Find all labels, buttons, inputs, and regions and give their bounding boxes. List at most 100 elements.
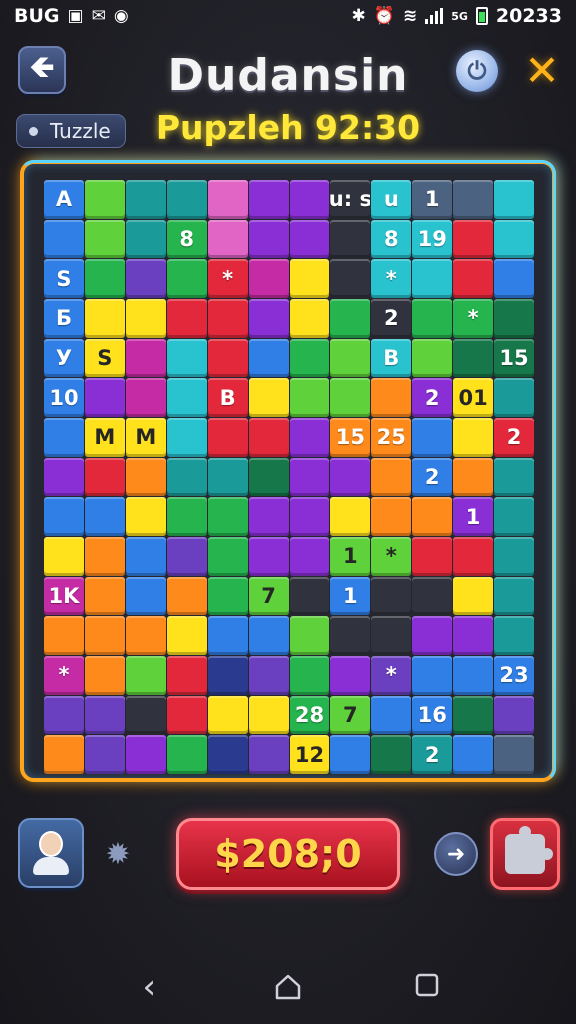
puzzle-tile[interactable]: [125, 219, 166, 259]
puzzle-tile[interactable]: [412, 537, 453, 576]
puzzle-tile[interactable]: 1: [330, 537, 371, 576]
puzzle-tile[interactable]: [494, 537, 534, 576]
puzzle-tile[interactable]: *: [371, 259, 412, 298]
puzzle-tile[interactable]: [371, 497, 412, 536]
puzzle-tile[interactable]: [248, 259, 289, 298]
avatar-button[interactable]: [18, 818, 84, 888]
puzzle-tile[interactable]: [494, 616, 534, 655]
puzzle-tile[interactable]: u: [371, 180, 412, 219]
puzzle-tile[interactable]: [44, 695, 84, 735]
puzzle-tile[interactable]: [84, 219, 125, 259]
puzzle-tile[interactable]: [248, 378, 289, 417]
puzzle-tile[interactable]: [289, 497, 330, 536]
puzzle-tile[interactable]: B: [207, 378, 248, 417]
puzzle-tile[interactable]: [330, 299, 371, 338]
puzzle-tile[interactable]: 16: [412, 695, 453, 735]
puzzle-tile[interactable]: [207, 616, 248, 655]
puzzle-tile[interactable]: [125, 180, 166, 219]
puzzle-tile[interactable]: [453, 695, 494, 735]
puzzle-tile[interactable]: [248, 735, 289, 774]
puzzle-tile[interactable]: [494, 497, 534, 536]
nav-back-button[interactable]: ‹: [134, 967, 164, 1007]
puzzle-tile[interactable]: 15: [494, 338, 534, 378]
puzzle-tile[interactable]: [207, 576, 248, 616]
nav-recent-button[interactable]: [412, 970, 442, 1004]
puzzle-tile[interactable]: [248, 695, 289, 735]
puzzle-tile[interactable]: [207, 180, 248, 219]
puzzle-tile[interactable]: [84, 576, 125, 616]
puzzle-tile[interactable]: [248, 656, 289, 695]
puzzle-tile[interactable]: [125, 378, 166, 417]
puzzle-tile[interactable]: [248, 180, 289, 219]
puzzle-tile[interactable]: [412, 338, 453, 378]
puzzle-tile[interactable]: [207, 656, 248, 695]
puzzle-tile[interactable]: [84, 457, 125, 497]
puzzle-tile[interactable]: [494, 457, 534, 497]
puzzle-tile[interactable]: [248, 457, 289, 497]
puzzle-tile[interactable]: [412, 299, 453, 338]
puzzle-tile[interactable]: [412, 576, 453, 616]
puzzle-tile[interactable]: [248, 497, 289, 536]
puzzle-tile[interactable]: 2: [494, 418, 534, 457]
puzzle-tile[interactable]: [207, 497, 248, 536]
puzzle-tile[interactable]: [494, 259, 534, 298]
puzzle-tile[interactable]: [207, 695, 248, 735]
puzzle-tile[interactable]: [289, 299, 330, 338]
puzzle-tile[interactable]: M: [84, 418, 125, 457]
puzzle-tile[interactable]: *: [207, 259, 248, 298]
puzzle-board[interactable]: Au: s u 1 8 8 19 S * * Б 2 * У S B 15 10 B 2 01 M M 15 25 2 2 1 1 * 1…: [44, 180, 534, 774]
puzzle-tile[interactable]: [330, 457, 371, 497]
puzzle-tile[interactable]: [453, 616, 494, 655]
puzzle-tile[interactable]: [330, 219, 371, 259]
puzzle-tile[interactable]: *: [371, 537, 412, 576]
puzzle-tile[interactable]: *: [453, 299, 494, 338]
puzzle-tile[interactable]: [44, 537, 84, 576]
puzzle-tile[interactable]: Б: [44, 299, 84, 338]
puzzle-tile[interactable]: [453, 457, 494, 497]
puzzle-tile[interactable]: [494, 695, 534, 735]
puzzle-tile[interactable]: [412, 497, 453, 536]
puzzle-tile[interactable]: [412, 418, 453, 457]
puzzle-tile[interactable]: [289, 457, 330, 497]
puzzle-tile[interactable]: [494, 378, 534, 417]
puzzle-tile[interactable]: [289, 180, 330, 219]
puzzle-tile[interactable]: [453, 418, 494, 457]
puzzle-tile[interactable]: [84, 378, 125, 417]
puzzle-tile[interactable]: [166, 576, 207, 616]
puzzle-tile[interactable]: [84, 735, 125, 774]
puzzle-tile[interactable]: [412, 259, 453, 298]
puzzle-tile[interactable]: 19: [412, 219, 453, 259]
puzzle-tile[interactable]: [248, 338, 289, 378]
puzzle-tile[interactable]: 8: [166, 219, 207, 259]
puzzle-tile[interactable]: [166, 378, 207, 417]
puzzle-tile[interactable]: [289, 378, 330, 417]
puzzle-tile[interactable]: [207, 418, 248, 457]
puzzle-tile[interactable]: [289, 537, 330, 576]
puzzle-tile[interactable]: [289, 219, 330, 259]
puzzle-tile[interactable]: [166, 616, 207, 655]
puzzle-tile[interactable]: [207, 299, 248, 338]
puzzle-tile[interactable]: [330, 497, 371, 536]
puzzle-tile[interactable]: [166, 180, 207, 219]
puzzle-tile[interactable]: [494, 219, 534, 259]
puzzle-tile[interactable]: [330, 735, 371, 774]
puzzle-tile[interactable]: [453, 735, 494, 774]
puzzle-tile[interactable]: [371, 695, 412, 735]
puzzle-tile[interactable]: [248, 219, 289, 259]
puzzle-tile[interactable]: [207, 338, 248, 378]
puzzle-tile[interactable]: 01: [453, 378, 494, 417]
puzzle-tile[interactable]: S: [84, 338, 125, 378]
puzzle-piece-button[interactable]: [490, 818, 560, 890]
puzzle-tile[interactable]: [166, 497, 207, 536]
puzzle-tile[interactable]: [494, 576, 534, 616]
puzzle-tile[interactable]: [44, 418, 84, 457]
puzzle-tile[interactable]: [494, 180, 534, 219]
puzzle-tile[interactable]: [494, 299, 534, 338]
puzzle-tile[interactable]: [84, 695, 125, 735]
puzzle-tile[interactable]: 28: [289, 695, 330, 735]
back-button[interactable]: 🡸: [18, 46, 66, 94]
puzzle-tile[interactable]: [248, 537, 289, 576]
next-button[interactable]: ➜: [434, 832, 478, 876]
puzzle-tile[interactable]: [248, 418, 289, 457]
puzzle-tile[interactable]: [44, 616, 84, 655]
